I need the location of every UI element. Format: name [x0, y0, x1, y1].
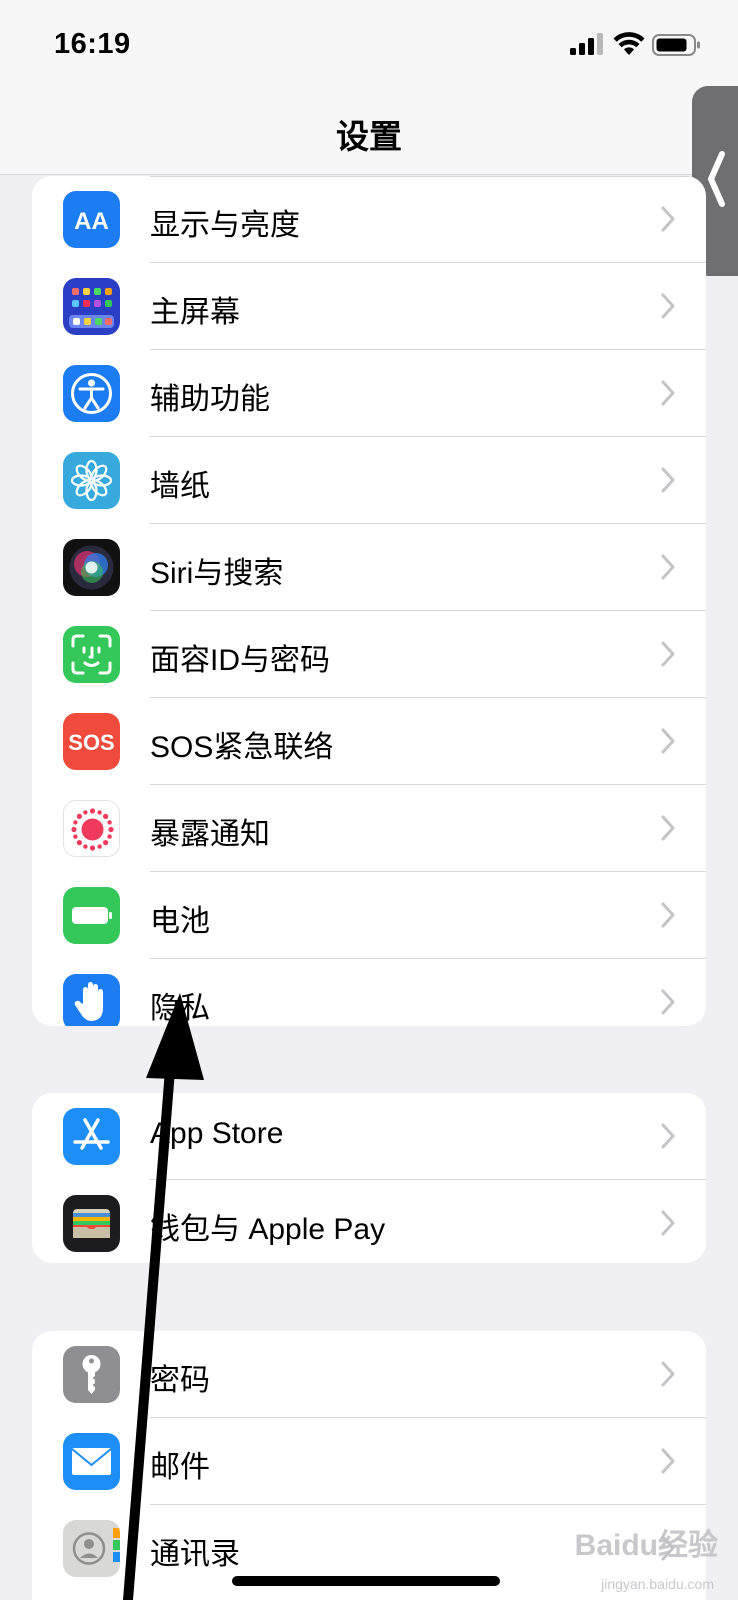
- chevron-right-icon: [661, 1448, 675, 1474]
- settings-row-label: SOS紧急联络: [150, 731, 334, 764]
- exposure-notification-icon: [63, 800, 120, 857]
- settings-row-label: App Store: [150, 1117, 284, 1150]
- settings-group-display: AA 显示与亮度 主屏幕 辅助功能 墙纸 Siri与搜索 面容ID与密码 SOS…: [32, 176, 706, 1026]
- settings-row-exposure[interactable]: 暴露通知: [32, 785, 706, 872]
- settings-row-mail[interactable]: 邮件: [32, 1418, 706, 1505]
- chevron-right-icon: [661, 1123, 675, 1149]
- page-title: 设置: [336, 118, 402, 155]
- settings-row-label: 通讯录: [150, 1538, 240, 1571]
- settings-row-home-screen[interactable]: 主屏幕: [32, 263, 706, 350]
- display-brightness-icon: AA: [63, 191, 120, 248]
- settings-row-label: 显示与亮度: [150, 209, 300, 242]
- chevron-right-icon: [661, 467, 675, 493]
- chevron-right-icon: [661, 641, 675, 667]
- face-id-icon: [63, 626, 120, 683]
- status-glyphs: [570, 32, 700, 56]
- battery-icon: [63, 887, 120, 944]
- settings-row-wallpaper[interactable]: 墙纸: [32, 437, 706, 524]
- settings-row-label: 隐私: [150, 992, 210, 1025]
- wallpaper-icon: [63, 452, 120, 509]
- chevron-right-icon: [661, 293, 675, 319]
- accessibility-icon: [63, 365, 120, 422]
- settings-row-label: 主屏幕: [150, 296, 240, 329]
- settings-row-label: Siri与搜索: [150, 557, 284, 590]
- svg-text:AA: AA: [74, 208, 109, 235]
- wifi-icon: [613, 32, 645, 55]
- svg-text:SOS: SOS: [68, 730, 114, 755]
- settings-row-display-brightness[interactable]: AA 显示与亮度: [32, 176, 706, 263]
- settings-row-label: 墙纸: [150, 470, 210, 503]
- settings-row-label: 暴露通知: [150, 818, 270, 851]
- settings-group-store: App Store 钱包与 Apple Pay: [32, 1093, 706, 1263]
- settings-row-wallet[interactable]: 钱包与 Apple Pay: [32, 1180, 706, 1263]
- settings-row-passwords[interactable]: 密码: [32, 1331, 706, 1418]
- settings-row-siri[interactable]: Siri与搜索: [32, 524, 706, 611]
- settings-row-label: 电池: [150, 905, 210, 938]
- key-icon: [63, 1346, 120, 1403]
- mail-icon: [63, 1433, 120, 1490]
- sos-icon: SOS: [63, 713, 120, 770]
- settings-row-app-store[interactable]: App Store: [32, 1093, 706, 1180]
- chevron-right-icon: [661, 554, 675, 580]
- settings-row-sos[interactable]: SOS SOS紧急联络: [32, 698, 706, 785]
- settings-row-battery[interactable]: 电池: [32, 872, 706, 959]
- status-icons: [570, 30, 702, 58]
- navigation-bar: 设置: [0, 90, 738, 175]
- settings-row-accessibility[interactable]: 辅助功能: [32, 350, 706, 437]
- battery-status-icon: [652, 34, 700, 56]
- chevron-right-icon: [661, 989, 675, 1015]
- chevron-right-icon: [661, 728, 675, 754]
- status-time: 16:19: [54, 28, 131, 60]
- app-store-icon: [63, 1108, 120, 1165]
- settings-row-label: 邮件: [150, 1451, 210, 1484]
- contacts-icon: [63, 1520, 120, 1577]
- home-indicator[interactable]: [232, 1576, 500, 1586]
- siri-icon: [63, 539, 120, 596]
- settings-row-face-id[interactable]: 面容ID与密码: [32, 611, 706, 698]
- privacy-hand-icon: [63, 974, 120, 1026]
- chevron-right-icon: [661, 815, 675, 841]
- chevron-right-icon: [661, 1361, 675, 1387]
- status-bar: 16:19: [0, 0, 738, 90]
- settings-row-label: 钱包与 Apple Pay: [150, 1213, 386, 1246]
- cellular-signal-icon: [570, 33, 603, 55]
- chevron-right-icon: [661, 902, 675, 928]
- settings-row-label: 密码: [150, 1364, 210, 1397]
- watermark-url: jingyan.baidu.com: [601, 1576, 714, 1592]
- settings-row-label: 辅助功能: [150, 383, 270, 416]
- chevron-right-icon: [661, 1210, 675, 1236]
- wallet-icon: [63, 1195, 120, 1252]
- settings-row-label: 面容ID与密码: [150, 644, 330, 677]
- settings-row-privacy[interactable]: 隐私: [32, 959, 706, 1026]
- watermark-logo: Baidu经验: [574, 1529, 718, 1562]
- chevron-right-icon: [661, 206, 675, 232]
- home-screen-icon: [63, 278, 120, 335]
- chevron-right-icon: [661, 380, 675, 406]
